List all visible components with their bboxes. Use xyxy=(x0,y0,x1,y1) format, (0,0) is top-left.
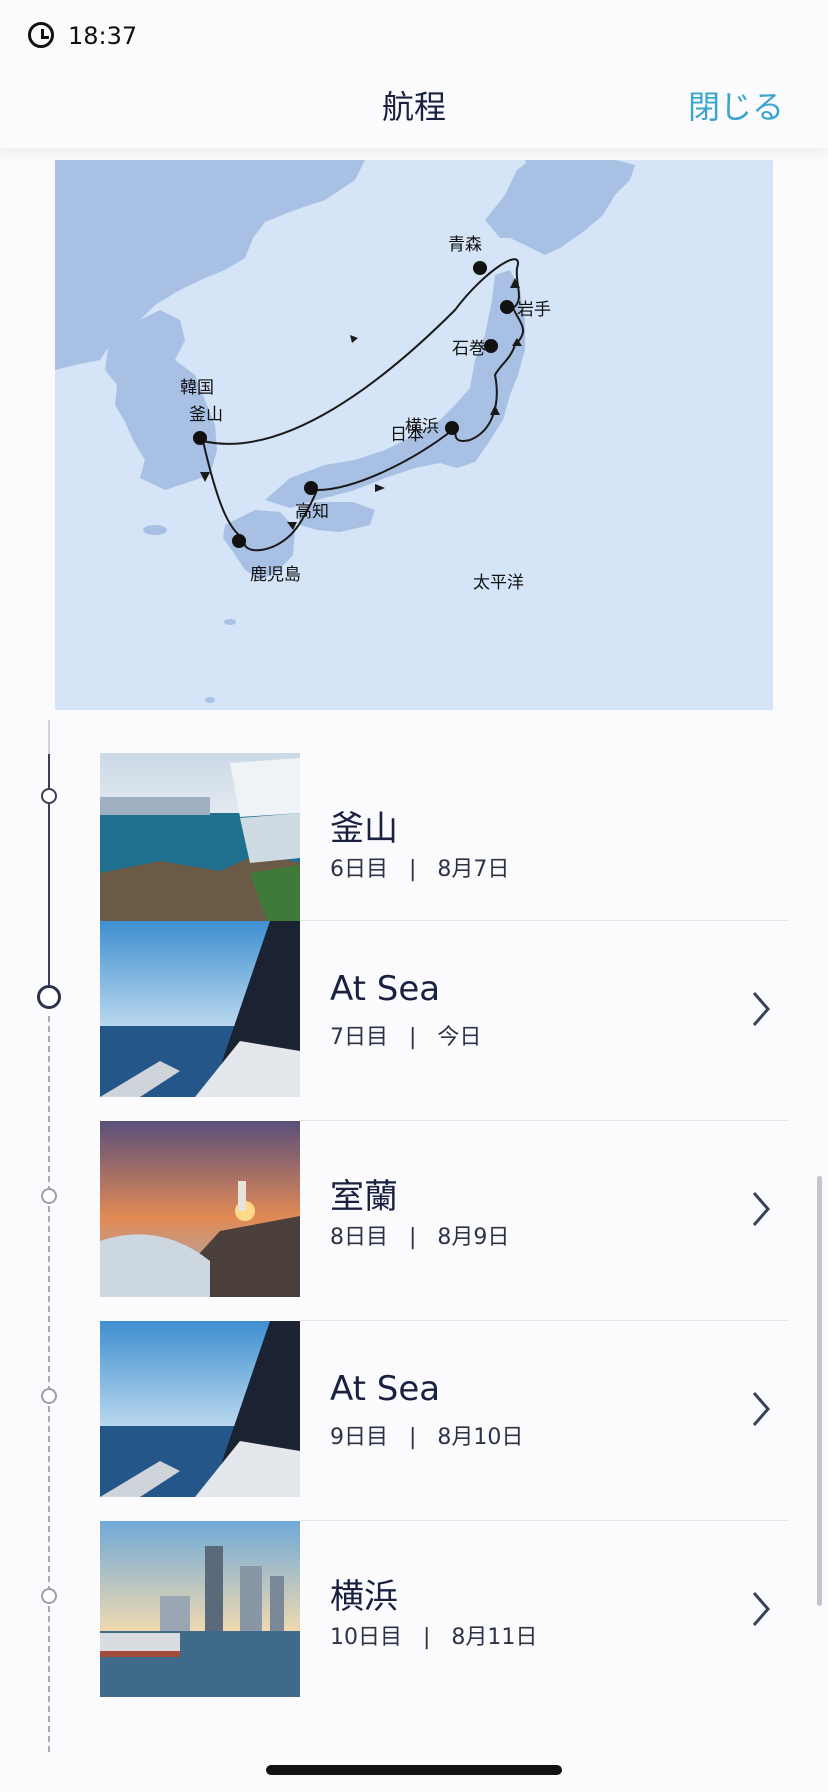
separator: | xyxy=(422,1625,431,1650)
port-name: At Sea xyxy=(330,969,441,1009)
scrollbar[interactable] xyxy=(817,1176,822,1606)
itinerary-item-at-sea[interactable]: At Sea 9日目 | 8月10日 xyxy=(100,1321,788,1497)
port-photo-muroran xyxy=(100,1121,300,1297)
port-day: 7日目 xyxy=(330,1025,388,1050)
close-button[interactable]: 閉じる xyxy=(688,82,784,128)
timeline-node xyxy=(41,1588,57,1604)
port-date: 8月10日 xyxy=(437,1425,524,1450)
status-bar: 18:37 xyxy=(0,0,828,72)
separator: | xyxy=(408,857,417,882)
map-label-ishinomaki: 石巻 xyxy=(452,339,486,359)
port-name: 室蘭 xyxy=(330,1177,398,1217)
map-label-busan: 釜山 xyxy=(189,405,223,425)
map-label-kochi: 高知 xyxy=(295,502,329,522)
ship-photo xyxy=(100,1321,300,1497)
itinerary-item-yokohama[interactable]: 横浜 10日目 | 8月11日 xyxy=(100,1521,788,1697)
separator: | xyxy=(408,1025,417,1050)
status-time: 18:37 xyxy=(68,22,138,50)
port-day-date: 10日目 | 8月11日 xyxy=(330,1619,537,1651)
port-day: 8日目 xyxy=(330,1225,388,1250)
port-date: 8月7日 xyxy=(437,857,510,882)
timeline-line-top xyxy=(48,720,50,754)
port-day: 9日目 xyxy=(330,1425,388,1450)
separator: | xyxy=(408,1225,417,1250)
timeline-node xyxy=(41,1388,57,1404)
port-date: 8月9日 xyxy=(437,1225,510,1250)
port-day: 6日目 xyxy=(330,857,388,882)
map-label-pacific: 太平洋 xyxy=(473,573,524,593)
route-map: 青森 岩手 石巻 韓国 釜山 日本 横浜 高知 鹿児島 太平洋 xyxy=(55,160,773,710)
port-name: 釜山 xyxy=(330,809,398,849)
port-day: 10日目 xyxy=(330,1625,402,1650)
timeline-node xyxy=(41,1188,57,1204)
chevron-right-icon[interactable] xyxy=(744,1381,778,1437)
port-day-date: 7日目 | 今日 xyxy=(330,1019,481,1051)
separator: | xyxy=(408,1425,417,1450)
chevron-right-icon[interactable] xyxy=(744,1581,778,1637)
timeline-line-future xyxy=(48,1016,50,1752)
port-photo-busan xyxy=(100,753,300,929)
port-day-date: 6日目 | 8月7日 xyxy=(330,851,509,883)
map-label-kagoshima: 鹿児島 xyxy=(250,565,301,585)
port-day-date: 9日目 | 8月10日 xyxy=(330,1419,523,1451)
chevron-right-icon[interactable] xyxy=(744,981,778,1037)
port-name: 横浜 xyxy=(330,1577,398,1617)
page-header: 航程 閉じる xyxy=(0,72,828,148)
itinerary-item-muroran[interactable]: 室蘭 8日目 | 8月9日 xyxy=(100,1121,788,1297)
port-photo-yokohama xyxy=(100,1521,300,1697)
port-date: 8月11日 xyxy=(451,1625,538,1650)
port-name: At Sea xyxy=(330,1369,441,1409)
timeline-node xyxy=(41,788,57,804)
map-label-aomori: 青森 xyxy=(448,235,482,255)
map-label-yokohama: 横浜 xyxy=(405,417,439,437)
chevron-right-icon[interactable] xyxy=(744,1181,778,1237)
port-day-date: 8日目 | 8月9日 xyxy=(330,1219,509,1251)
home-indicator[interactable] xyxy=(266,1765,562,1775)
itinerary-item-at-sea-today[interactable]: At Sea 7日目 | 今日 xyxy=(100,921,788,1097)
clock-icon xyxy=(28,22,54,48)
map-label-korea: 韓国 xyxy=(180,378,214,398)
port-date: 今日 xyxy=(437,1025,482,1050)
map-label-iwate: 岩手 xyxy=(517,300,551,320)
ship-photo xyxy=(100,921,300,1097)
itinerary-item-busan[interactable]: 釜山 6日目 | 8月7日 xyxy=(100,753,788,929)
timeline-node-current xyxy=(37,985,61,1009)
